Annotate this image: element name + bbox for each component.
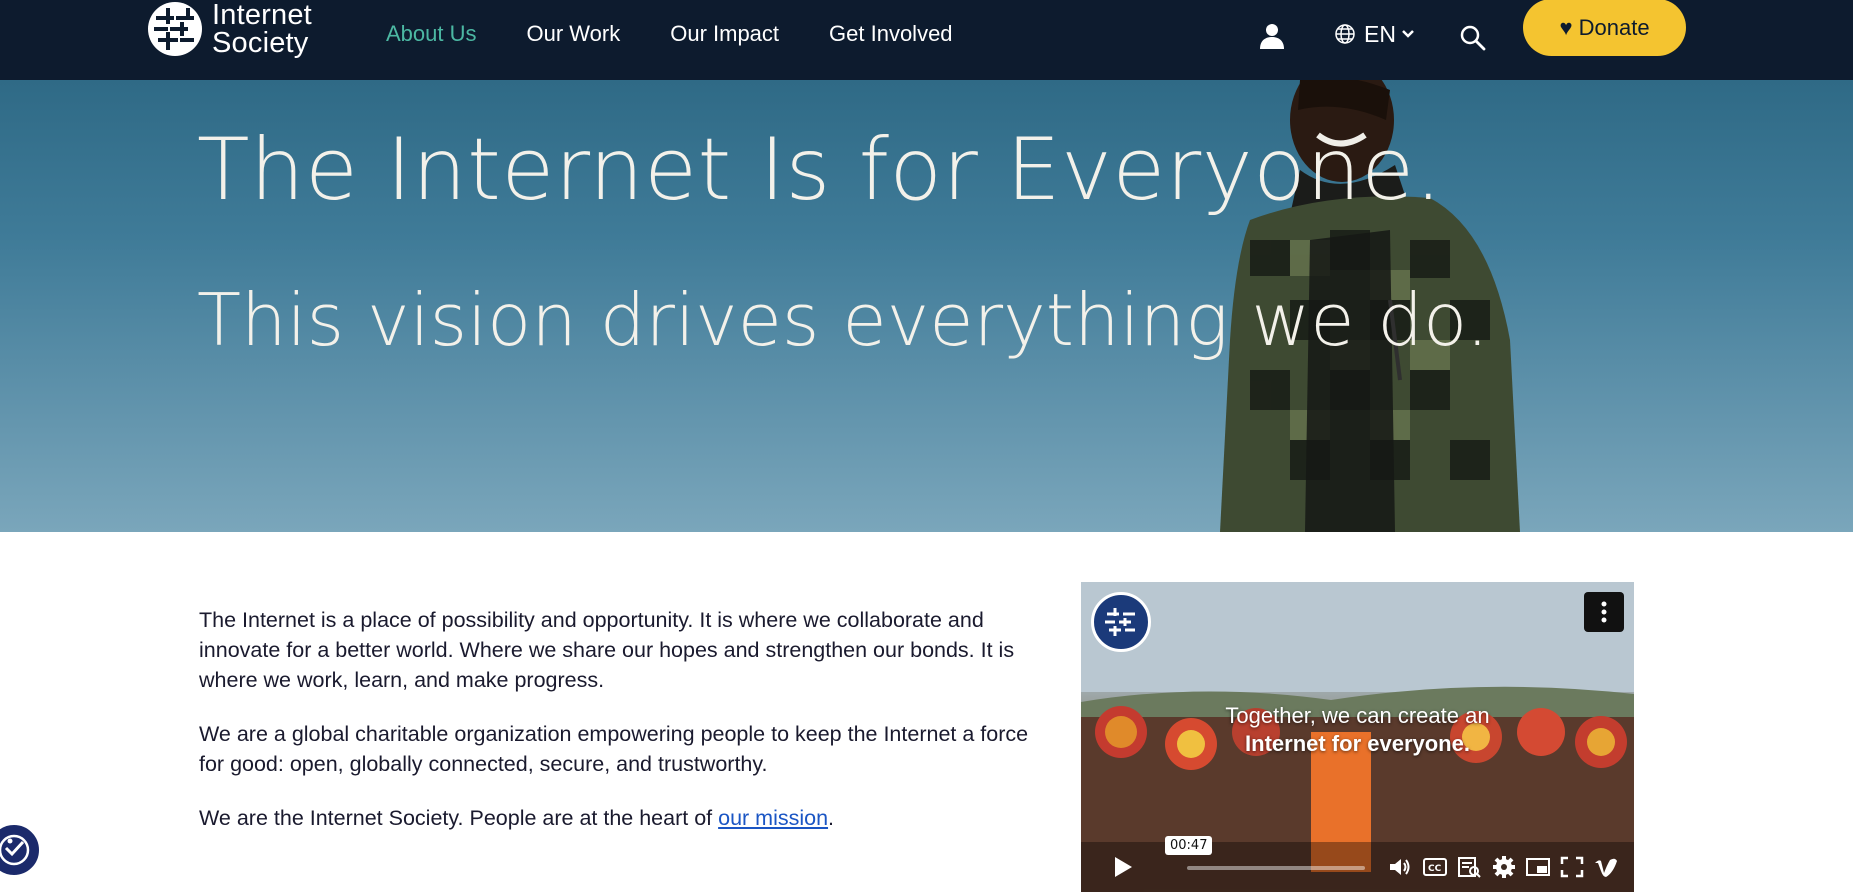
video-channel-logo[interactable] <box>1091 592 1151 652</box>
accessibility-button[interactable] <box>0 822 42 878</box>
video-caption: Together, we can create an Internet for … <box>1081 702 1634 758</box>
logo-mark-icon <box>148 2 202 56</box>
svg-text:CC: CC <box>1428 864 1442 874</box>
transcript-icon[interactable] <box>1456 855 1482 879</box>
internet-society-logo[interactable]: Internet Society <box>146 0 326 58</box>
accessibility-icon <box>0 834 30 866</box>
logo-line1: Internet <box>212 0 312 31</box>
volume-icon[interactable] <box>1387 855 1413 879</box>
channel-logo-icon <box>1105 608 1135 636</box>
intro-paragraph-2: We are a global charitable organization … <box>199 722 1029 776</box>
language-selector[interactable]: EN <box>1334 18 1422 50</box>
intro-paragraph-3-prefix: We are the Internet Society. People are … <box>199 806 719 830</box>
fullscreen-icon[interactable] <box>1559 855 1585 879</box>
video-caption-line2: Internet for everyone. <box>1245 731 1470 756</box>
intro-paragraph-3: We are the Internet Society. People are … <box>199 803 1039 833</box>
main-nav: About Us Our Work Our Impact Get Involve… <box>386 18 1003 50</box>
nav-our-impact[interactable]: Our Impact <box>670 21 779 47</box>
vimeo-logo-icon[interactable] <box>1593 855 1619 879</box>
intro-paragraph-1: The Internet is a place of possibility a… <box>199 608 1015 692</box>
more-vertical-icon <box>1601 601 1607 623</box>
logo-text: Internet Society <box>212 0 312 59</box>
video-controls: 00:47 CC <box>1081 836 1634 892</box>
settings-gear-icon[interactable] <box>1491 855 1517 879</box>
nav-our-work[interactable]: Our Work <box>527 21 621 47</box>
donate-button[interactable]: ♥ Donate <box>1523 0 1686 56</box>
chevron-down-icon <box>1402 30 1414 38</box>
video-progress-bar[interactable]: 00:47 <box>1165 836 1365 870</box>
closed-captions-icon[interactable]: CC <box>1422 855 1448 879</box>
video-caption-line1: Together, we can create an <box>1225 703 1490 728</box>
intro-text: The Internet is a place of possibility a… <box>199 605 1039 857</box>
hero-title: The Internet Is for Everyone. <box>197 120 1443 220</box>
hero-subtitle: This vision drives everything we do. <box>197 278 1489 362</box>
site-header: Internet Society About Us Our Work Our I… <box>0 0 1853 80</box>
video-time: 00:47 <box>1165 836 1213 855</box>
video-player[interactable]: Together, we can create an Internet for … <box>1081 582 1634 892</box>
language-label: EN <box>1364 20 1396 47</box>
nav-get-involved[interactable]: Get Involved <box>829 21 953 47</box>
intro-paragraph-3-suffix: . <box>828 806 835 830</box>
picture-in-picture-icon[interactable] <box>1525 855 1551 879</box>
hero-banner: The Internet Is for Everyone. This visio… <box>0 80 1853 532</box>
play-icon[interactable] <box>1107 852 1137 882</box>
video-more-menu[interactable] <box>1584 592 1624 632</box>
our-mission-link[interactable]: our mission <box>718 806 828 830</box>
globe-icon <box>1335 24 1355 44</box>
logo-line2: Society <box>212 27 309 59</box>
user-icon[interactable] <box>1258 22 1286 50</box>
search-icon[interactable] <box>1459 24 1487 52</box>
nav-about-us[interactable]: About Us <box>386 21 477 47</box>
